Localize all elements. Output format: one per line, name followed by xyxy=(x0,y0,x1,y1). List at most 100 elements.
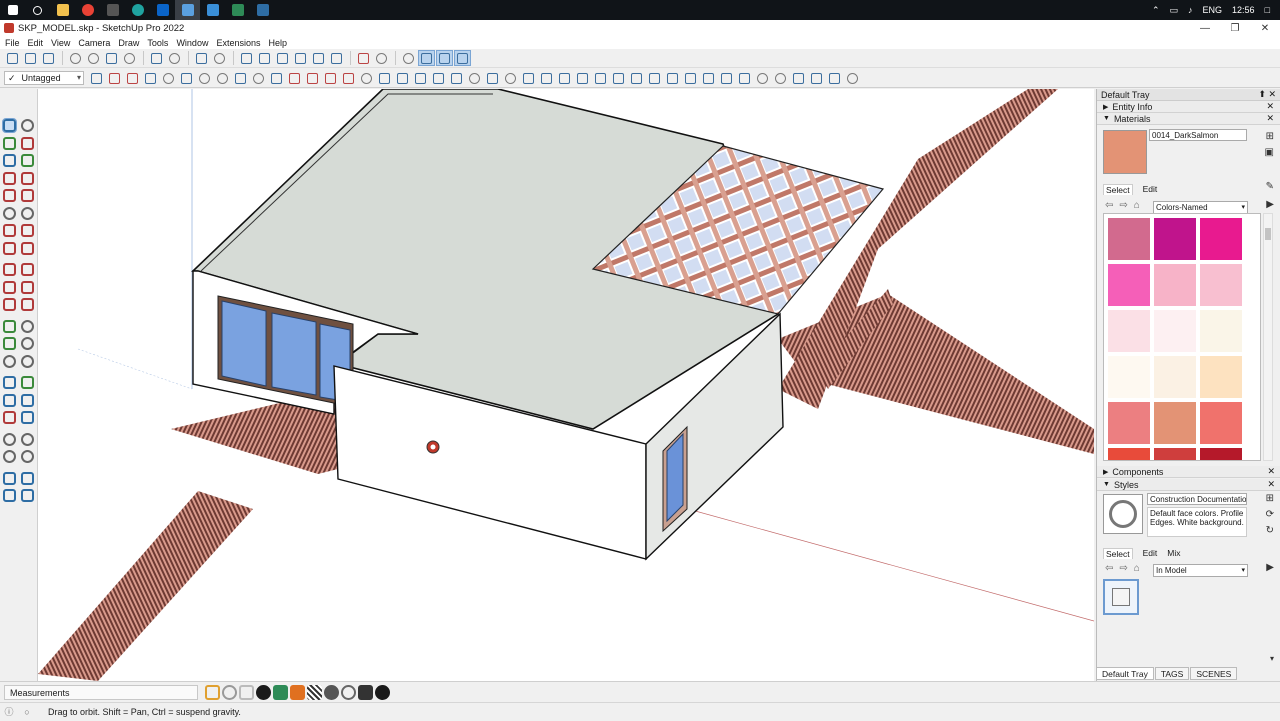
clock[interactable]: 12:56 xyxy=(1232,5,1255,15)
eraser-tool-icon[interactable] xyxy=(21,136,35,150)
material-swatch[interactable] xyxy=(1154,310,1196,352)
tray-pin-close[interactable]: ⬆ ✕ xyxy=(1258,89,1276,100)
solid-subtract-icon[interactable] xyxy=(772,70,789,86)
material-swatch[interactable] xyxy=(1108,402,1150,444)
material-swatch[interactable] xyxy=(1200,402,1242,444)
pushpull-icon[interactable] xyxy=(286,70,303,86)
tab-edit[interactable]: Edit xyxy=(1143,548,1158,559)
previous-view-icon[interactable] xyxy=(592,70,609,86)
add-detail-icon[interactable] xyxy=(664,70,681,86)
rotate-icon[interactable] xyxy=(250,70,267,86)
display-section-planes-icon[interactable] xyxy=(2,471,16,485)
material-swatch[interactable] xyxy=(1108,356,1150,398)
orbit-icon[interactable] xyxy=(502,70,519,86)
create-material-icon[interactable]: ⊞ xyxy=(1266,131,1274,142)
forward-icon[interactable]: ⇨ xyxy=(1119,200,1127,211)
create-style-icon[interactable]: ⊞ xyxy=(1266,493,1274,504)
solid-split-icon[interactable] xyxy=(808,70,825,86)
tab-default-tray[interactable]: Default Tray xyxy=(1096,667,1154,680)
menu-window[interactable]: Window xyxy=(174,38,214,48)
cloud-icon[interactable] xyxy=(324,685,339,700)
zoom-window-tool-icon[interactable] xyxy=(21,393,35,407)
zoom-icon[interactable] xyxy=(538,70,555,86)
menu-view[interactable]: View xyxy=(49,38,76,48)
paste-icon[interactable] xyxy=(103,50,120,66)
notification-icon[interactable]: □ xyxy=(1265,5,1270,15)
tab-tags[interactable]: TAGS xyxy=(1154,667,1190,680)
dimension-icon[interactable] xyxy=(376,70,393,86)
model-viewport[interactable] xyxy=(38,89,1094,681)
minimize-button[interactable]: — xyxy=(1190,20,1220,36)
pan-tool-icon[interactable] xyxy=(21,376,35,390)
tab-mix[interactable]: Mix xyxy=(1167,548,1180,559)
back-icon[interactable]: ⇦ xyxy=(1105,563,1113,574)
menu-tools[interactable]: Tools xyxy=(145,38,174,48)
component-icon[interactable] xyxy=(142,70,159,86)
drape-icon[interactable] xyxy=(646,70,663,86)
calculator-icon[interactable] xyxy=(100,0,125,20)
speaker-icon[interactable]: ♪ xyxy=(1188,5,1193,15)
rotate-tool-icon[interactable] xyxy=(2,280,16,294)
close-button[interactable]: ✕ xyxy=(1250,20,1280,36)
pie-tool-icon[interactable] xyxy=(21,241,35,255)
palette-scrollbar[interactable] xyxy=(1263,213,1273,461)
solid-union-icon[interactable] xyxy=(754,70,771,86)
material-swatch[interactable] xyxy=(1200,264,1242,306)
offset-tool-icon[interactable] xyxy=(21,298,35,312)
left-view-icon[interactable] xyxy=(328,50,345,66)
section-style-icon[interactable] xyxy=(21,489,35,503)
scrollbar-thumb[interactable] xyxy=(1265,228,1271,240)
texture-icon[interactable] xyxy=(307,685,322,700)
maximize-button[interactable]: ❐ xyxy=(1220,20,1250,36)
placeholder-icon[interactable] xyxy=(239,685,254,700)
sandbox-icon[interactable] xyxy=(610,70,627,86)
menu-extensions[interactable]: Extensions xyxy=(214,38,266,48)
scale-icon[interactable] xyxy=(340,70,357,86)
menu-help[interactable]: Help xyxy=(266,38,293,48)
home-icon[interactable]: ⌂ xyxy=(1134,200,1140,211)
terrain-icon[interactable] xyxy=(273,685,288,700)
3d-text-icon[interactable] xyxy=(448,70,465,86)
close-icon[interactable]: ✕ xyxy=(1267,479,1275,490)
sketchup-icon[interactable] xyxy=(175,0,200,20)
style-name-field[interactable]: Construction Documentation S xyxy=(1147,493,1247,505)
freehand-tool-icon[interactable] xyxy=(21,171,35,185)
material-swatch[interactable] xyxy=(1108,218,1150,260)
back-view-icon[interactable] xyxy=(310,50,327,66)
arc-tool-icon[interactable] xyxy=(2,224,16,238)
scale-tool-icon[interactable] xyxy=(2,298,16,312)
group-icon[interactable] xyxy=(160,70,177,86)
warehouse-icon[interactable] xyxy=(355,50,372,66)
line-icon[interactable] xyxy=(106,70,123,86)
shaded-style-icon[interactable] xyxy=(436,50,453,66)
tab-scenes[interactable]: SCENES xyxy=(1190,667,1238,680)
stamp-icon[interactable] xyxy=(628,70,645,86)
pushpull-tool-icon[interactable] xyxy=(21,263,35,277)
line-tool-icon[interactable] xyxy=(2,171,16,185)
print-icon[interactable] xyxy=(193,50,210,66)
zoom-window-icon[interactable] xyxy=(556,70,573,86)
cut-icon[interactable] xyxy=(67,50,84,66)
network-icon[interactable]: ▭ xyxy=(1170,5,1179,16)
gear-icon[interactable] xyxy=(341,685,356,700)
right-view-icon[interactable] xyxy=(292,50,309,66)
edge-icon[interactable] xyxy=(125,0,150,20)
move-icon[interactable] xyxy=(322,70,339,86)
back-icon[interactable]: ⇦ xyxy=(1105,200,1113,211)
text-tool-icon[interactable] xyxy=(21,337,35,351)
dimension-tool-icon[interactable] xyxy=(21,319,35,333)
erase-icon[interactable] xyxy=(121,50,138,66)
walk-icon[interactable] xyxy=(400,50,417,66)
polygon-tool-icon[interactable] xyxy=(21,206,35,220)
geo-location-icon[interactable] xyxy=(205,685,220,700)
zoom-tool-icon[interactable] xyxy=(2,393,16,407)
measurements-box[interactable]: Measurements xyxy=(4,685,198,700)
lasso-tool-icon[interactable] xyxy=(21,119,35,133)
material-swatch[interactable] xyxy=(1200,218,1242,260)
protractor-icon[interactable] xyxy=(394,70,411,86)
three-point-arc-tool-icon[interactable] xyxy=(2,241,16,255)
3d-warehouse-icon[interactable] xyxy=(290,685,305,700)
follow-me-tool-icon[interactable] xyxy=(21,280,35,294)
tag-tool-icon[interactable] xyxy=(21,154,35,168)
style-thumbnail[interactable] xyxy=(1103,579,1139,615)
